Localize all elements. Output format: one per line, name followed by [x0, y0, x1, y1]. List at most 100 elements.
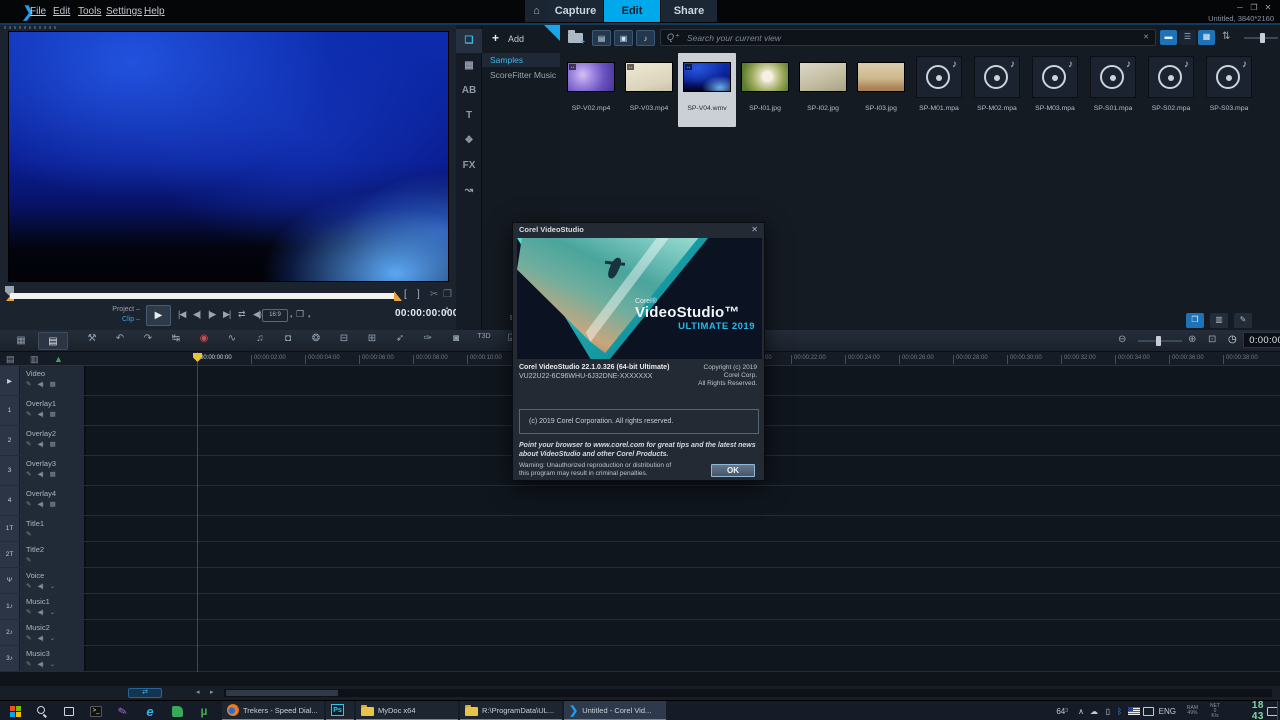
taskbar-cmd-button[interactable]: >_ [83, 701, 109, 720]
music-track-icon[interactable]: 3♪ [0, 646, 20, 671]
track-lane[interactable] [86, 568, 1280, 593]
timeline-view-button[interactable]: ▤ [38, 332, 68, 350]
zoom-fit-icon[interactable]: ⊡ [1208, 334, 1216, 345]
media-item-sp-m01.mpa[interactable]: ♪SP-M01.mpa [910, 53, 968, 127]
next-frame-button[interactable]: |▶ [208, 309, 215, 320]
track-lane[interactable] [86, 620, 1280, 645]
pencil-icon[interactable]: ✎ [26, 440, 30, 448]
media-item-sp-i02.jpg[interactable]: SP-I02.jpg [794, 53, 852, 127]
filters-icon[interactable]: FX [456, 154, 482, 178]
track-lane[interactable] [86, 542, 1280, 567]
checker-icon[interactable]: ▩ [50, 470, 55, 478]
enlarge-preview-button[interactable]: ❒ [443, 289, 452, 300]
checker-icon[interactable]: ▩ [50, 380, 55, 388]
volume-icon[interactable]: ◀) [37, 582, 42, 590]
grid-lines-button[interactable]: ⊞ [362, 333, 382, 344]
thumbnail-zoom-slider[interactable] [1244, 37, 1278, 39]
media-item-sp-v02.mp4[interactable]: ↔SP-V02.mp4 [562, 53, 620, 127]
title-track-icon[interactable]: 2T [0, 542, 20, 567]
taskbar-edge-button[interactable]: e [137, 701, 163, 720]
zoom-out-icon[interactable]: ⊖ [1118, 334, 1126, 345]
edit-options-button[interactable]: ✎ [1234, 313, 1252, 328]
view-grid-icon[interactable]: ▦ [1198, 30, 1215, 45]
previous-frame-button[interactable]: ◀| [193, 309, 200, 320]
menu-help[interactable]: Help [144, 6, 165, 17]
pencil-icon[interactable]: ✎ [26, 582, 30, 590]
transitions-icon[interactable]: AB [456, 79, 482, 103]
view-thumbnail-icon[interactable]: ▬ [1160, 30, 1177, 45]
media-item-sp-s03.mpa[interactable]: ♪SP-S03.mpa [1200, 53, 1258, 127]
menu-settings[interactable]: Settings [106, 6, 142, 17]
track-lane[interactable] [86, 646, 1280, 671]
undo-button[interactable]: ↶ [110, 333, 130, 344]
filter-audio-icon[interactable]: ♪ [636, 30, 655, 46]
preview-video[interactable] [8, 31, 449, 282]
volume-icon[interactable]: ◀) [37, 500, 42, 508]
voice-track-icon[interactable]: Ψ [0, 568, 20, 593]
taskbar-app-folder[interactable]: R:\ProgramData\UL... [460, 701, 562, 720]
clear-search-icon[interactable]: ✕ [1143, 33, 1149, 41]
overlay-track-icon[interactable]: 1 [0, 396, 20, 425]
restore-button[interactable]: ❐ [1248, 3, 1260, 12]
view-list-icon[interactable]: ☰ [1179, 30, 1196, 45]
language-label[interactable]: ENG [1159, 701, 1176, 720]
pencil-icon[interactable]: ✎ [26, 380, 30, 388]
touch-keyboard-icon[interactable] [1143, 701, 1154, 720]
media-item-sp-s01.mpa[interactable]: ♪SP-S01.mpa [1084, 53, 1142, 127]
mark-out-button[interactable]: ] [417, 289, 420, 300]
media-item-sp-v03.mp4[interactable]: ↔SP-V03.mp4 [620, 53, 678, 127]
search-input[interactable] [685, 31, 1125, 44]
taskbar-app-vs[interactable]: ❯Untitled - Corel Vid... [564, 701, 666, 720]
media-library-icon[interactable]: ❏ [456, 29, 482, 53]
wave-icon[interactable]: ⌄ [50, 634, 54, 642]
overlay-track-icon[interactable]: 2 [0, 426, 20, 455]
menu-file[interactable]: File [30, 6, 46, 17]
end-button[interactable]: ▶| [223, 309, 230, 320]
aspect-ratio-button[interactable]: 16:9 [262, 309, 288, 322]
taskbar-utorrent-button[interactable]: µ [191, 701, 217, 720]
close-button[interactable]: ✕ [1262, 3, 1274, 12]
media-item-sp-m02.mpa[interactable]: ♪SP-M02.mpa [968, 53, 1026, 127]
minimize-button[interactable]: ─ [1234, 3, 1246, 12]
language-flag-icon[interactable] [1128, 701, 1140, 720]
painting-creator-button[interactable]: ✑ [418, 333, 438, 344]
redo-button[interactable]: ↷ [138, 333, 158, 344]
taskbar-start-button[interactable] [2, 701, 28, 720]
zoom-in-icon[interactable]: ⊕ [1188, 334, 1196, 345]
music-track-icon[interactable]: 1♪ [0, 594, 20, 619]
dialog-close-icon[interactable]: ✕ [751, 225, 758, 234]
enlarge-preview-window-button[interactable]: ❒ [296, 309, 304, 320]
pencil-icon[interactable]: ✎ [26, 470, 30, 478]
taskbar-notes-button[interactable] [164, 701, 190, 720]
media-item-sp-i01.jpg[interactable]: SP-I01.jpg [736, 53, 794, 127]
import-media-icon[interactable] [568, 33, 583, 43]
scroll-swap-button[interactable]: ⇄ [128, 688, 162, 698]
volume-icon[interactable]: ◀) [37, 410, 42, 418]
volume-icon[interactable]: ◀) [37, 470, 42, 478]
motion-paths-icon[interactable]: ↝ [456, 179, 482, 203]
snapshot-button[interactable]: ◘ [278, 333, 298, 344]
tab-share[interactable]: Share [661, 0, 717, 22]
taskbar-search-button[interactable] [29, 701, 55, 720]
overlay-track-icon[interactable]: 3 [0, 456, 20, 485]
media-item-sp-v04.wmv[interactable]: ↔SP-V04.wmv [678, 53, 736, 127]
media-item-sp-m03.mpa[interactable]: ♪SP-M03.mpa [1026, 53, 1084, 127]
folder-scorefitter-music[interactable]: ScoreFitter Music [482, 68, 560, 82]
filter-photo-icon[interactable]: ▣ [614, 30, 633, 46]
volume-icon[interactable]: ◀) [37, 660, 42, 668]
menu-tools[interactable]: Tools [78, 6, 101, 17]
tab-capture[interactable]: Capture [548, 0, 603, 22]
timeline-zoom-knob[interactable] [1156, 336, 1161, 346]
play-button[interactable]: ▶ [146, 305, 171, 326]
motion-tracking-button[interactable]: ➶ [390, 333, 410, 344]
sound-mixer-button[interactable]: ∿ [222, 333, 242, 344]
system-volume-button[interactable]: ◀) [253, 309, 261, 320]
mask-creator-button[interactable]: ◙ [446, 333, 466, 344]
home-tab[interactable]: ⌂ [525, 0, 548, 22]
auto-music-button[interactable]: ♫ [250, 333, 270, 344]
track-list-icon[interactable]: ▤ [6, 354, 15, 365]
pencil-icon[interactable]: ✎ [26, 556, 30, 564]
hscroll-track[interactable] [224, 689, 1272, 697]
pin-panel-icon[interactable] [544, 25, 560, 41]
phone-icon[interactable]: ▯ [1106, 701, 1110, 720]
